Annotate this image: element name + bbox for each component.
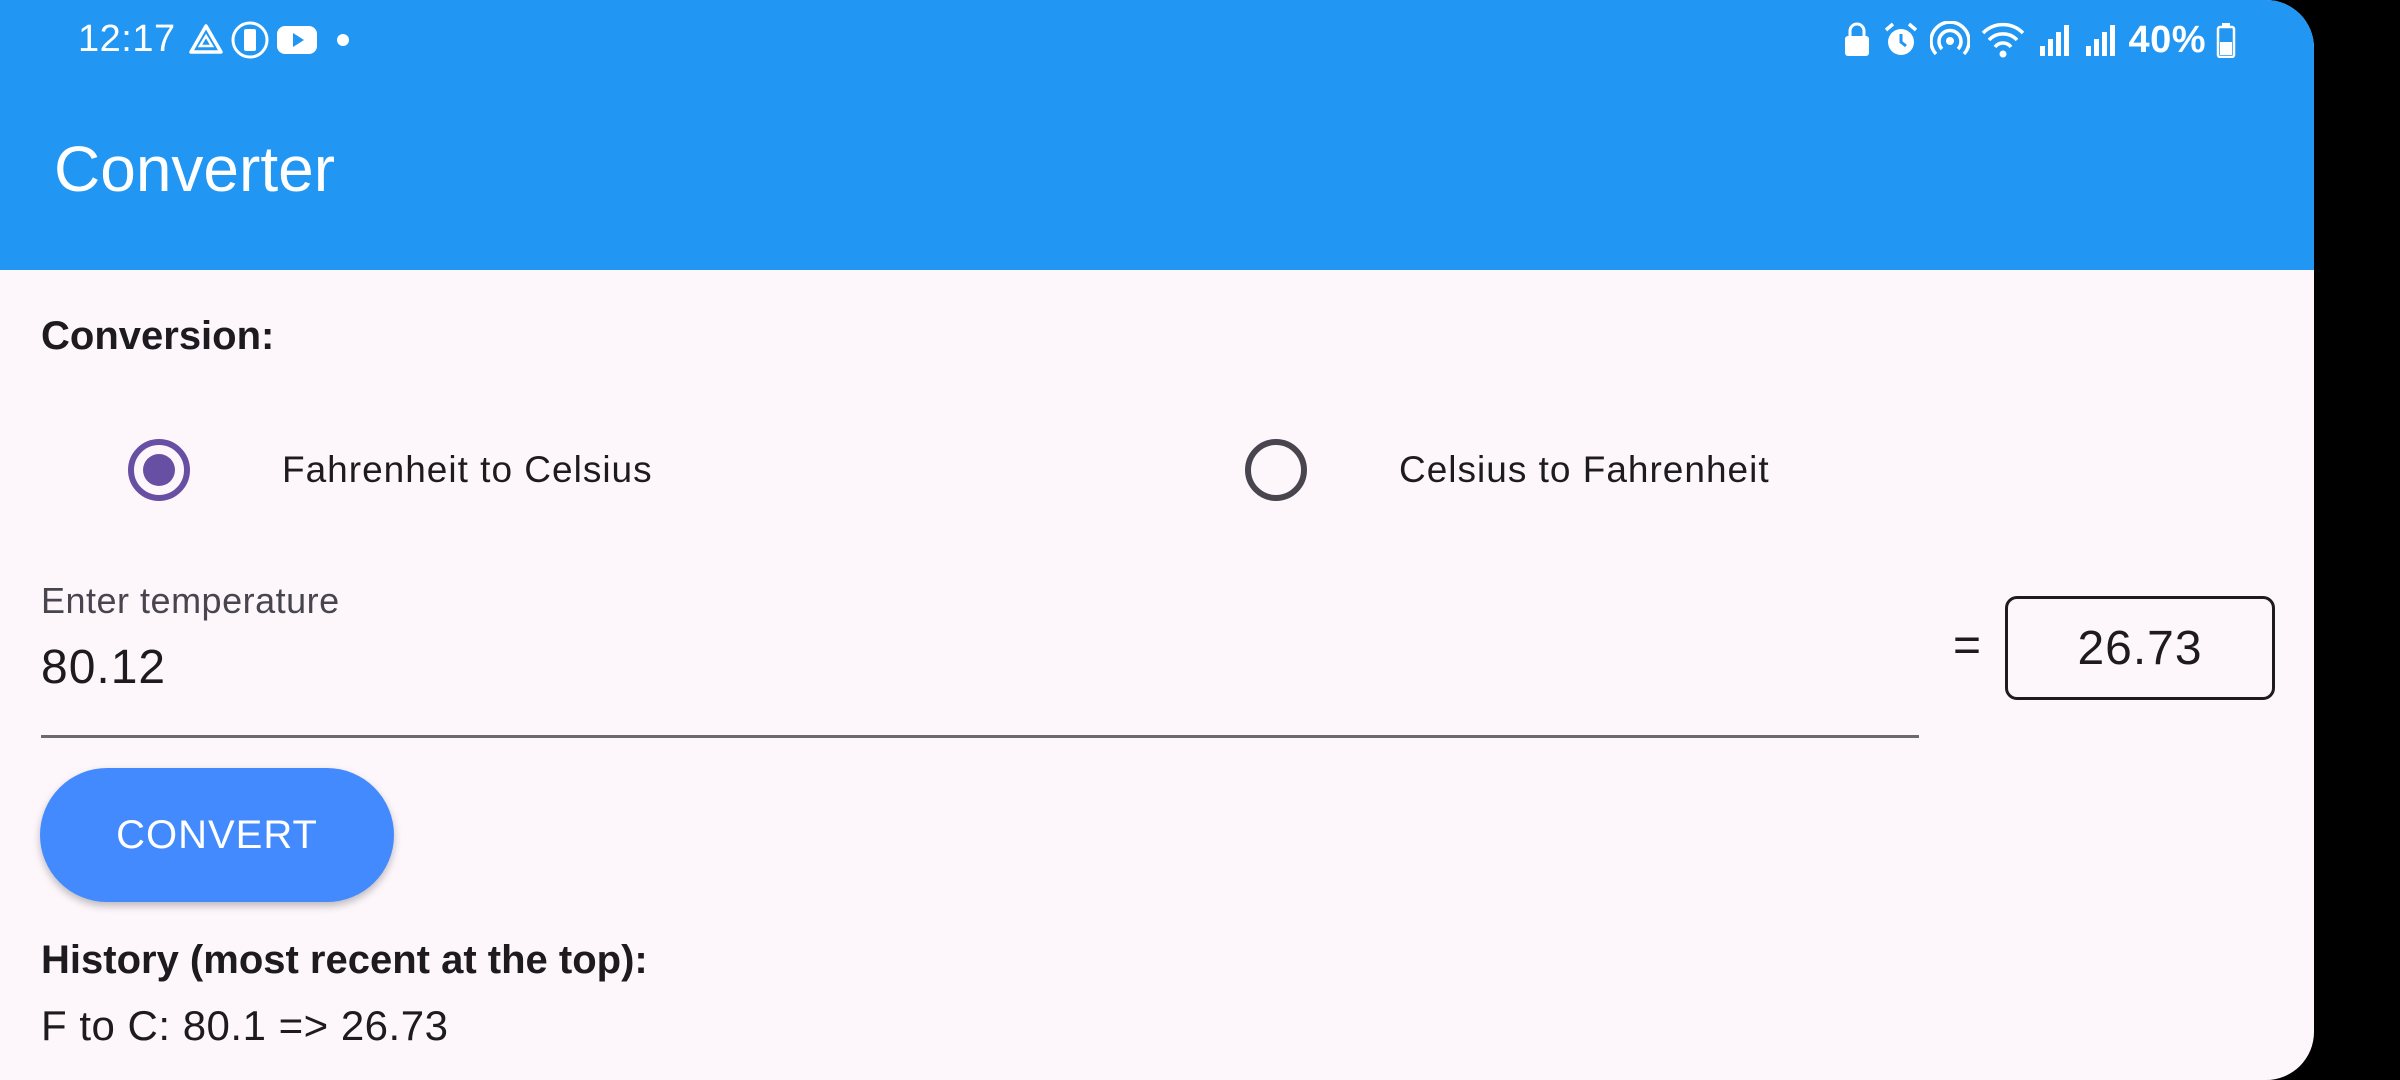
history-list: F to C: 80.1 => 26.73 — [41, 998, 448, 1054]
radio-selected-icon[interactable] — [128, 439, 190, 501]
battery-percent: 40% — [2128, 18, 2206, 61]
main-content: Conversion: Fahrenheit to Celsius Celsiu… — [0, 270, 2314, 1080]
radio-dot — [143, 454, 175, 486]
vibrate-icon — [230, 20, 270, 60]
drive-icon — [188, 23, 224, 57]
phone-screen: 12:17 40% Converter Conversion: Fahrenhe… — [0, 0, 2314, 1080]
convert-button[interactable]: CONVERT — [40, 768, 394, 902]
signal-icon — [2036, 22, 2072, 58]
status-left-icons — [188, 20, 350, 60]
status-bar: 12:17 40% — [0, 0, 2314, 80]
radio-celsius-to-fahrenheit[interactable]: Celsius to Fahrenheit — [1245, 430, 1770, 510]
conversion-label: Conversion: — [41, 314, 275, 358]
app-bar: Converter — [0, 80, 2314, 270]
dot-icon — [336, 33, 350, 47]
temperature-input[interactable] — [41, 632, 1919, 702]
status-time: 12:17 — [78, 18, 176, 60]
youtube-icon — [276, 24, 318, 56]
signal-icon — [2082, 22, 2118, 58]
battery-icon — [2216, 22, 2236, 58]
lock-icon — [1842, 22, 1872, 58]
equals-sign: = — [1953, 619, 1982, 672]
wifi-icon — [1980, 21, 2026, 59]
result-box: 26.73 — [2005, 596, 2275, 700]
temperature-label: Enter temperature — [41, 580, 340, 621]
hotspot-icon — [1930, 21, 1971, 59]
radio-fahrenheit-to-celsius[interactable]: Fahrenheit to Celsius — [128, 430, 653, 510]
status-right: 40% — [1842, 16, 2236, 64]
radio-label-c-to-f: Celsius to Fahrenheit — [1399, 449, 1770, 490]
app-title: Converter — [54, 133, 335, 205]
history-title: History (most recent at the top): — [41, 938, 648, 982]
history-item: F to C: 80.1 => 26.73 — [41, 1002, 449, 1049]
temperature-field[interactable]: Enter temperature — [41, 580, 1919, 738]
radio-unselected-icon[interactable] — [1245, 439, 1307, 501]
radio-label-f-to-c: Fahrenheit to Celsius — [282, 449, 653, 490]
alarm-icon — [1882, 21, 1920, 59]
